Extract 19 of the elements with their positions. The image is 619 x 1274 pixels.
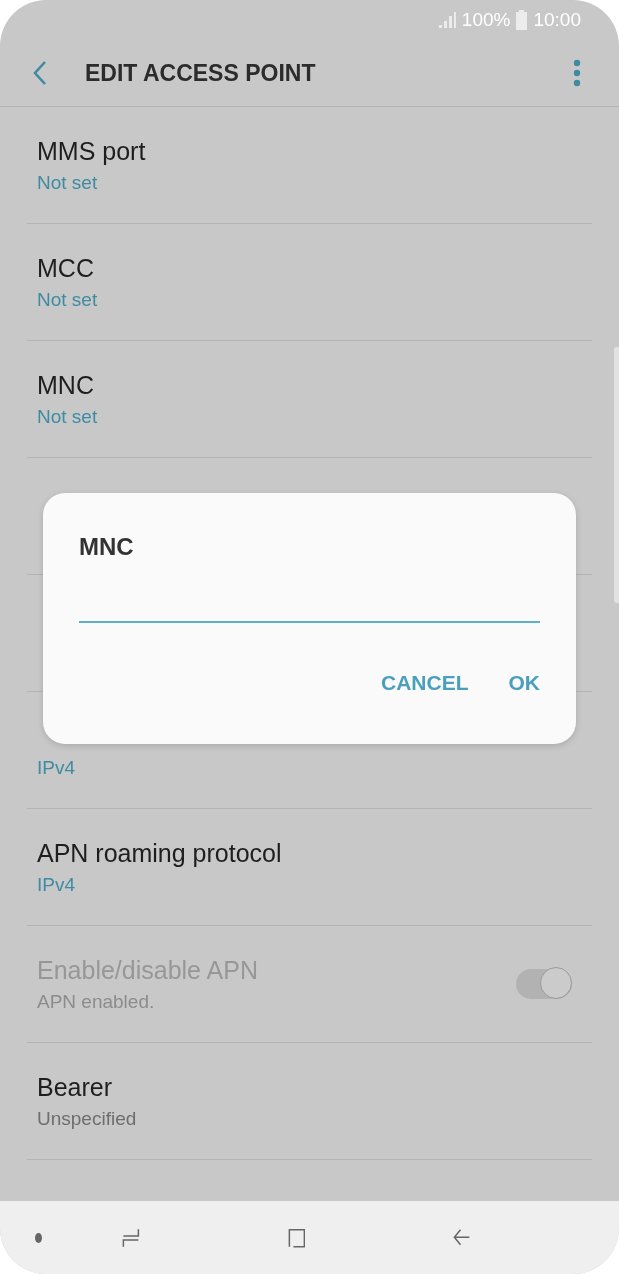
more-options-icon[interactable] <box>573 59 581 87</box>
setting-value: Unspecified <box>37 1107 138 1130</box>
setting-value: Not set <box>37 288 99 311</box>
setting-value: Not set <box>37 171 99 194</box>
setting-title[interactable]: MNC <box>37 370 582 400</box>
setting-title[interactable]: MMS port <box>37 136 582 166</box>
back-icon[interactable] <box>33 60 47 86</box>
setting-title[interactable]: APN roaming protocol <box>37 838 582 868</box>
setting-value: APN enabled. <box>37 990 156 1013</box>
setting-title[interactable]: MCC <box>37 253 582 283</box>
setting-value: IPv4 <box>37 873 77 896</box>
dialog-title: MNC <box>79 533 135 561</box>
screen-title: EDIT ACCESS POINT <box>85 59 317 87</box>
setting-title[interactable]: Bearer <box>37 1072 582 1102</box>
dot-icon <box>35 1232 42 1243</box>
setting-value: Not set <box>37 405 99 428</box>
signal-icon <box>437 11 456 29</box>
battery-icon <box>516 10 528 30</box>
setting-value: IPv4 <box>37 757 77 779</box>
